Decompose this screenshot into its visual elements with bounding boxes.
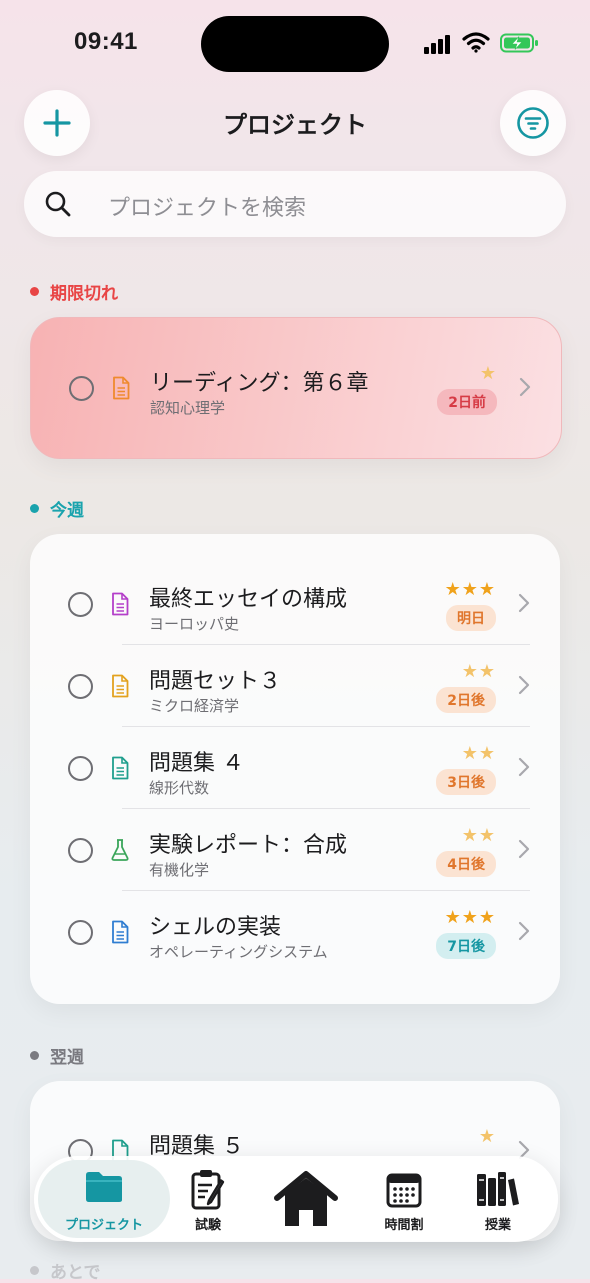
filter-button[interactable] (500, 90, 566, 156)
project-title: 実験レポート：合成 (149, 833, 348, 858)
chevron-right-icon (518, 921, 530, 941)
status-bar: 09:41 (0, 0, 590, 90)
wifi-icon (462, 32, 490, 53)
dynamic-island (201, 16, 389, 72)
project-title: 問題集 ４ (149, 751, 244, 776)
search-field[interactable]: プロジェクトを検索 (24, 171, 566, 237)
section-dot (30, 1051, 39, 1060)
chevron-right-icon (518, 757, 530, 777)
priority-stars: ★★ (461, 661, 496, 682)
chevron-right-icon (518, 839, 530, 859)
document-icon (112, 920, 129, 944)
section-header-later: あとで (30, 1258, 101, 1283)
project-title: リーディング：第６章 (150, 371, 369, 396)
due-badge: 3日後 (436, 769, 496, 795)
section-dot (30, 287, 39, 296)
project-row[interactable]: 問題集 ４ 線形代数 ★★ 3日後 (30, 727, 560, 809)
complete-toggle[interactable] (68, 592, 93, 617)
complete-toggle[interactable] (69, 376, 94, 401)
project-row[interactable]: シェルの実装 オペレーティングシステム ★★★ 7日後 (30, 891, 560, 973)
chevron-right-icon (519, 377, 531, 397)
document-icon (112, 674, 129, 698)
section-title-this-week: 今週 (50, 501, 84, 521)
project-row[interactable]: 最終エッセイの構成 ヨーロッパ史 ★★★ 明日 (30, 563, 560, 645)
cellular-signal-icon (424, 34, 454, 54)
priority-stars: ★★★ (444, 907, 496, 928)
search-placeholder: プロジェクトを検索 (108, 196, 307, 221)
complete-toggle[interactable] (68, 838, 93, 863)
calendar-icon (386, 1173, 422, 1208)
search-icon (45, 191, 71, 217)
due-badge: 7日後 (436, 933, 496, 959)
folder-icon (86, 1172, 122, 1202)
project-subject: ミクロ経済学 (149, 697, 240, 715)
tab-bar: プロジェクト 試験 時間割 授業 (34, 1156, 558, 1242)
battery-charging-icon (500, 33, 538, 53)
home-icon (274, 1171, 338, 1226)
priority-stars: ★★ (461, 743, 496, 764)
project-subject: 線形代数 (149, 779, 210, 797)
due-badge: 4日後 (436, 851, 496, 877)
tab-home[interactable] (256, 1156, 356, 1242)
this-week-card: 最終エッセイの構成 ヨーロッパ史 ★★★ 明日 問題セット３ ミクロ経済学 ★★… (30, 534, 560, 1004)
section-title-overdue: 期限切れ (50, 284, 118, 304)
priority-stars: ★★★ (444, 579, 496, 600)
section-dot (30, 1266, 39, 1275)
due-badge: 明日 (446, 605, 496, 631)
complete-toggle[interactable] (68, 756, 93, 781)
complete-toggle[interactable] (68, 674, 93, 699)
project-subject: 認知心理学 (150, 399, 226, 417)
section-title-later: あとで (50, 1263, 101, 1283)
books-icon (477, 1172, 519, 1206)
section-header-overdue: 期限切れ (30, 279, 118, 304)
project-row[interactable]: 実験レポート：合成 有機化学 ★★ 4日後 (30, 809, 560, 891)
status-time: 09:41 (74, 28, 138, 55)
document-icon (113, 376, 130, 400)
project-title: シェルの実装 (149, 915, 282, 940)
due-badge: 2日前 (437, 389, 497, 415)
tab-label: 試験 (194, 1218, 221, 1233)
chevron-right-icon (518, 593, 530, 613)
tab-label: 時間割 (384, 1218, 424, 1233)
section-dot (30, 504, 39, 513)
clipboard-icon (191, 1170, 225, 1210)
project-row[interactable]: リーディング：第６章 認知心理学 ★ 2日前 (31, 347, 561, 429)
project-subject: オペレーティングシステム (149, 943, 328, 961)
document-icon (112, 592, 129, 616)
due-badge: 2日後 (436, 687, 496, 713)
project-title: 最終エッセイの構成 (149, 587, 348, 612)
project-subject: ヨーロッパ史 (149, 615, 240, 633)
tab-label: 授業 (484, 1218, 511, 1233)
project-title: 問題セット３ (149, 669, 282, 694)
complete-toggle[interactable] (68, 920, 93, 945)
tab-projects[interactable]: プロジェクト (38, 1160, 170, 1238)
priority-stars: ★★ (461, 825, 496, 846)
tab-classes[interactable]: 授業 (448, 1156, 548, 1242)
overdue-card: リーディング：第６章 認知心理学 ★ 2日前 (30, 317, 562, 459)
section-header-this-week: 今週 (30, 496, 84, 521)
filter-icon (517, 107, 549, 139)
tab-label: プロジェクト (64, 1218, 143, 1233)
section-title-next-week: 翌週 (50, 1048, 84, 1068)
tab-timetable[interactable]: 時間割 (354, 1156, 454, 1242)
tab-exams[interactable]: 試験 (158, 1156, 258, 1242)
priority-stars: ★ (478, 1126, 496, 1147)
priority-stars: ★ (479, 363, 497, 384)
project-row[interactable]: 問題セット３ ミクロ経済学 ★★ 2日後 (30, 645, 560, 727)
document-icon (112, 756, 129, 780)
section-header-next-week: 翌週 (30, 1043, 84, 1068)
flask-icon (111, 839, 129, 861)
project-subject: 有機化学 (149, 861, 210, 879)
chevron-right-icon (518, 675, 530, 695)
